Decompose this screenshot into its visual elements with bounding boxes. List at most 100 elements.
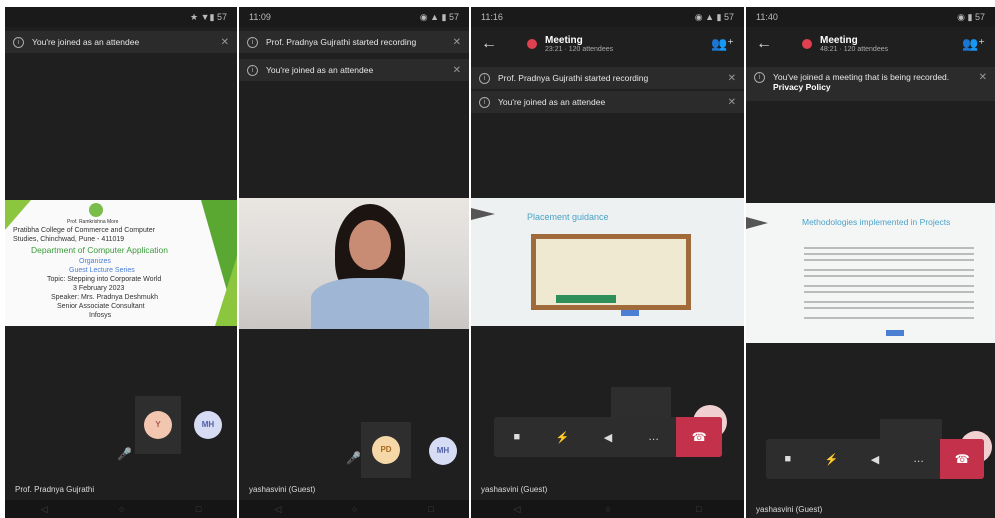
close-icon[interactable]: ✕ [728,97,736,108]
active-speaker-name: yashasvini (Guest) [249,485,316,494]
status-icons: ◉ ▮ 57 [957,11,985,22]
camera-off-icon[interactable]: ■ [766,453,810,465]
nav-recent-icon[interactable]: □ [696,504,701,514]
nav-home-icon[interactable]: ○ [352,504,357,514]
nav-home-icon[interactable]: ○ [606,504,611,514]
nav-home-icon[interactable]: ○ [119,504,124,514]
slide-topic: Topic: Stepping into Corporate World [47,276,162,283]
recording-banner: i Prof. Pradnya Gujrathi started recordi… [471,67,744,89]
nav-recent-icon[interactable]: □ [196,504,201,514]
more-options-icon[interactable]: … [631,431,677,443]
close-icon[interactable]: ✕ [221,37,229,48]
slide-event: Guest Lecture Series [69,267,135,274]
call-controls-bar: ■ ⚡ ◀ … ☎ [494,417,722,457]
banner-text: You're joined as an attendee [498,97,606,107]
avatar: PD [372,436,400,464]
nav-back-icon[interactable]: ◁ [274,504,281,515]
meeting-title: Meeting [545,35,583,46]
people-add-icon[interactable]: 👥⁺ [711,36,734,52]
back-arrow-icon[interactable]: ← [756,35,780,53]
recording-banner: i Prof. Pradnya Gujrathi started recordi… [239,31,469,53]
meeting-subtitle: 48:21 · 120 attendees [820,46,889,53]
nav-back-icon[interactable]: ◁ [41,504,48,515]
meeting-title: Meeting [820,35,858,46]
screenshot-panel-3: 11:16 ◉ ▲ ▮ 57 ← Meeting 23:21 · 120 att… [471,7,744,518]
mic-off-icon[interactable]: ⚡ [540,431,586,444]
recording-banner: i You've joined a meeting that is being … [746,67,995,101]
avatar[interactable]: MH [429,437,457,465]
status-icons: ★ ▼▮ 57 [190,11,227,22]
banner-text: Prof. Pradnya Gujrathi started recording [266,37,417,47]
banner-text: Prof. Pradnya Gujrathi started recording [498,73,649,83]
speaker-icon[interactable]: ◀ [853,453,897,466]
banner-text: You're joined as an attendee [266,65,374,75]
android-nav-bar: ◁ ○ □ [471,500,744,518]
call-controls-bar: ■ ⚡ ◀ … ☎ [766,439,984,479]
microphone-icon: 🎤 [117,447,132,461]
more-options-icon[interactable]: … [897,453,941,465]
close-icon[interactable]: ✕ [453,65,461,76]
meeting-header: ← Meeting 48:21 · 120 attendees 👥⁺ [746,27,995,61]
banner-text: You're joined as an attendee [32,37,140,47]
participant-tile[interactable]: Y [135,396,181,454]
people-add-icon[interactable]: 👥⁺ [962,36,985,52]
slide-title: Methodologies implemented in Projects [802,217,951,227]
info-icon: i [247,64,258,76]
meeting-header: ← Meeting 23:21 · 120 attendees 👥⁺ [471,27,744,61]
privacy-policy-link[interactable]: Privacy Policy [773,82,973,92]
slide-title: Placement guidance [527,212,609,222]
slide-body-text [804,247,974,249]
speaker-icon[interactable]: ◀ [585,431,631,444]
slide-decoration [471,208,495,220]
camera-off-icon[interactable]: ■ [494,431,540,443]
avatar: Y [144,411,172,439]
attendee-banner: i You're joined as an attendee ✕ [471,91,744,113]
slide-illustration [531,234,691,310]
info-icon: i [13,36,24,48]
college-logo [89,203,103,217]
shared-slide: Placement guidance [471,198,744,326]
status-bar: 11:16 ◉ ▲ ▮ 57 [471,7,744,27]
participant-tile[interactable]: PD [361,422,411,478]
screenshot-panel-4: 11:40 ◉ ▮ 57 ← Meeting 48:21 · 120 atten… [746,7,995,518]
speaker-body [311,278,429,329]
recording-icon [802,39,812,49]
mic-off-icon[interactable]: ⚡ [810,453,854,466]
microphone-icon: 🎤 [346,451,361,465]
status-bar: 11:09 ◉ ▲ ▮ 57 [239,7,469,27]
screenshot-panel-1: ★ ▼▮ 57 i You're joined as an attendee ✕… [5,7,237,518]
status-bar: 11:40 ◉ ▮ 57 [746,7,995,27]
info-icon: i [479,96,490,108]
slide-org: Prof. Ramkrishna More [67,219,119,225]
slide-dept: Department of Computer Application [31,245,169,255]
close-icon[interactable]: ✕ [728,73,736,84]
slide-company: Infosys [89,312,112,319]
active-speaker-name: yashasvini (Guest) [756,505,823,514]
slide-organizes: Organizes [79,258,111,265]
avatar[interactable]: MH [194,411,222,439]
banner-text: You've joined a meeting that is being re… [773,72,950,82]
info-icon: i [247,36,258,48]
status-time: 11:16 [481,12,503,22]
recording-icon [527,39,537,49]
screenshot-panel-2: 11:09 ◉ ▲ ▮ 57 i Prof. Pradnya Gujrathi … [239,7,469,518]
back-arrow-icon[interactable]: ← [481,35,505,53]
android-nav-bar: ◁ ○ □ [5,500,237,518]
slide-decoration [215,256,237,326]
active-speaker-name: yashasvini (Guest) [481,485,548,494]
nav-back-icon[interactable]: ◁ [514,504,521,515]
close-icon[interactable]: ✕ [453,37,461,48]
meeting-subtitle: 23:21 · 120 attendees [545,46,614,53]
status-bar: ★ ▼▮ 57 [5,7,237,27]
slide-decoration [746,217,768,229]
status-icons: ◉ ▲ ▮ 57 [419,11,459,22]
nav-recent-icon[interactable]: □ [428,504,433,514]
hang-up-button[interactable]: ☎ [940,439,984,479]
close-icon[interactable]: ✕ [979,72,987,83]
hang-up-button[interactable]: ☎ [676,417,722,457]
shared-slide: Methodologies implemented in Projects [746,203,995,343]
status-icons: ◉ ▲ ▮ 57 [694,11,734,22]
info-icon: i [479,72,490,84]
slide-role: Senior Associate Consultant [57,303,145,310]
attendee-banner: i You're joined as an attendee ✕ [239,59,469,81]
